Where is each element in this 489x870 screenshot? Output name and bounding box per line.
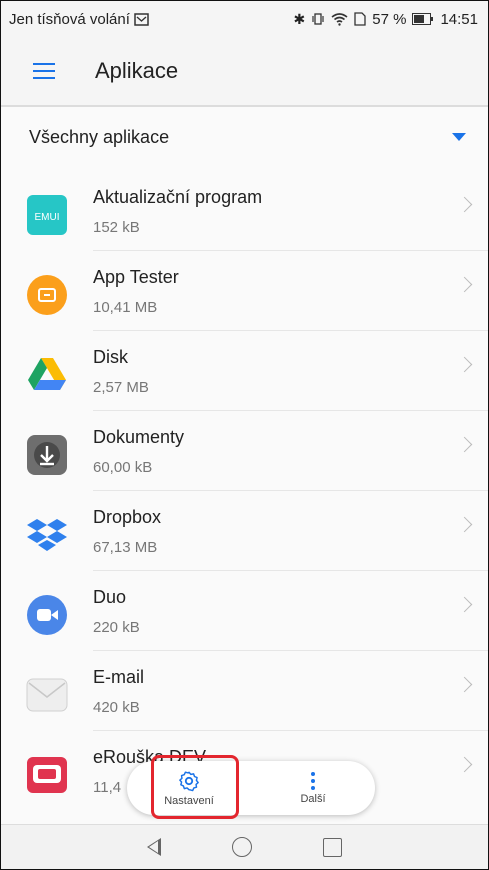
- recent-apps-icon[interactable]: [323, 837, 343, 857]
- sim-icon: [354, 12, 366, 26]
- app-row-app-tester[interactable]: App Tester 10,41 MB: [1, 251, 488, 331]
- status-left: Jen tísňová volání: [9, 11, 149, 28]
- filter-label: Všechny aplikace: [29, 126, 170, 147]
- duo-icon: [27, 595, 67, 635]
- status-right: ✱ 57 % 14:51: [294, 11, 478, 28]
- app-size: 10,41 MB: [93, 299, 158, 316]
- app-name: Dropbox: [93, 507, 162, 527]
- app-size: 2,57 MB: [93, 379, 149, 396]
- app-row-dokumenty[interactable]: Dokumenty 60,00 kB: [1, 411, 488, 491]
- message-icon: [134, 12, 149, 26]
- app-name: E-mail: [93, 667, 145, 687]
- system-navigation-bar: [1, 824, 488, 869]
- bluetooth-icon: ✱: [293, 10, 306, 27]
- app-size: 60,00 kB: [93, 459, 153, 476]
- wifi-icon: [331, 13, 348, 26]
- battery-percent: 57 %: [372, 10, 407, 28]
- back-icon[interactable]: [146, 838, 161, 856]
- email-icon: [26, 678, 68, 712]
- chevron-right-icon: [456, 356, 473, 373]
- svg-text:EMUI: EMUI: [35, 212, 60, 223]
- app-size: 67,13 MB: [93, 539, 158, 556]
- app-bar: Aplikace: [1, 37, 488, 107]
- dropdown-caret-icon: [452, 133, 466, 141]
- chevron-right-icon: [456, 596, 473, 613]
- app-name: Dokumenty: [93, 427, 185, 447]
- page-title: Aplikace: [95, 58, 179, 83]
- app-name: Aktualizační program: [93, 187, 263, 207]
- documents-icon: [27, 435, 67, 475]
- dropbox-icon: [27, 519, 67, 551]
- app-list: EMUI Aktualizační program 152 kB App Tes…: [1, 171, 488, 811]
- home-icon[interactable]: [231, 837, 252, 857]
- chevron-right-icon: [456, 756, 473, 773]
- app-row-disk[interactable]: Disk 2,57 MB: [1, 331, 488, 411]
- chevron-right-icon: [456, 196, 473, 213]
- app-tester-icon: [27, 275, 67, 315]
- status-bar: Jen tísňová volání ✱ 57 % 14:51: [1, 1, 488, 37]
- hamburger-menu-icon[interactable]: [33, 60, 61, 82]
- app-row-duo[interactable]: Duo 220 kB: [1, 571, 488, 651]
- highlight-annotation: [151, 755, 239, 819]
- app-size: 152 kB: [93, 219, 140, 236]
- chevron-right-icon: [456, 676, 473, 693]
- more-label: Další: [300, 792, 326, 805]
- erouska-icon: [27, 757, 67, 793]
- app-size: 420 kB: [93, 699, 140, 716]
- more-vert-icon: [311, 771, 315, 790]
- chevron-right-icon: [456, 436, 473, 453]
- more-button[interactable]: Další: [251, 761, 375, 815]
- app-row-dropbox[interactable]: Dropbox 67,13 MB: [1, 491, 488, 571]
- app-size: 11,4: [93, 779, 122, 796]
- clock: 14:51: [440, 10, 478, 28]
- vibrate-icon: [312, 13, 324, 25]
- app-name: App Tester: [93, 267, 179, 287]
- app-row-aktualizacni-program[interactable]: EMUI Aktualizační program 152 kB: [1, 171, 488, 251]
- chevron-right-icon: [456, 516, 473, 533]
- app-name: Disk: [93, 347, 128, 367]
- app-name: Duo: [93, 587, 127, 607]
- emui-icon: EMUI: [27, 195, 67, 235]
- app-filter-dropdown[interactable]: Všechny aplikace: [1, 111, 488, 163]
- drive-icon: [28, 358, 66, 390]
- app-row-e-mail[interactable]: E-mail 420 kB: [1, 651, 488, 731]
- app-screen: Jen tísňová volání ✱ 57 % 14:51 Aplikace…: [0, 0, 489, 870]
- chevron-right-icon: [456, 276, 473, 293]
- app-size: 220 kB: [93, 619, 140, 636]
- battery-icon: [412, 13, 434, 25]
- carrier-text: Jen tísňová volání: [9, 10, 130, 28]
